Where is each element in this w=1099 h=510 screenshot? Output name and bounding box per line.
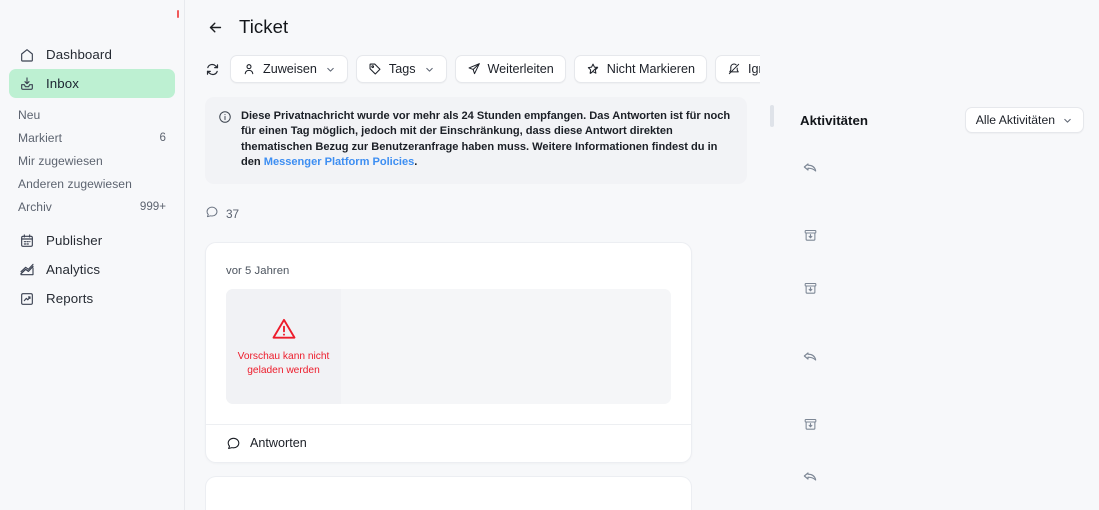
attachment-preview-area xyxy=(341,288,671,404)
main-panel: Ticket Zuweisen Tags Weiterleiten Nicht … xyxy=(185,0,948,510)
activity-list xyxy=(760,0,1099,510)
sidebar-item-reports[interactable]: Reports xyxy=(9,284,175,313)
sidebar-subitem-neu[interactable]: Neu xyxy=(9,103,175,126)
send-icon xyxy=(467,62,481,76)
chevron-down-icon xyxy=(325,64,336,75)
policy-notice: Diese Privatnachricht wurde vor mehr als… xyxy=(205,97,747,184)
reply-icon xyxy=(802,159,818,175)
attachment-error: Vorschau kann nicht geladen werden xyxy=(226,288,341,404)
activity-panel: Aktivitäten Alle Aktivitäten xyxy=(760,0,1099,510)
sidebar-subitem-markiert[interactable]: Markiert 6 xyxy=(9,126,175,149)
sidebar-subitem-label: Mir zugewiesen xyxy=(18,153,103,168)
policy-notice-tail: . xyxy=(414,156,418,169)
sidebar-item-label: Analytics xyxy=(46,262,101,277)
sidebar-item-label: Publisher xyxy=(46,233,103,248)
app-root: Dashboard Inbox Neu Markiert 6 Mir zugew… xyxy=(0,0,1099,510)
back-icon[interactable] xyxy=(205,17,225,37)
sidebar-item-label: Inbox xyxy=(46,76,80,91)
activity-item[interactable] xyxy=(800,346,820,366)
page-title: Ticket xyxy=(239,16,289,37)
policy-notice-text: Diese Privatnachricht wurde vor mehr als… xyxy=(241,109,733,171)
sidebar-subitem-archiv[interactable]: Archiv 999+ xyxy=(9,195,175,218)
assign-button-label: Zuweisen xyxy=(263,62,317,76)
sidebar-item-label: Reports xyxy=(46,291,94,306)
message-card-next xyxy=(205,475,692,510)
reply-icon xyxy=(802,468,818,484)
message-attachment[interactable]: Vorschau kann nicht geladen werden xyxy=(226,288,671,404)
sidebar-item-label: Dashboard xyxy=(46,47,112,62)
archive-icon xyxy=(803,281,818,296)
sidebar-subitem-count: 999+ xyxy=(139,200,166,213)
sidebar-subitem-count: 6 xyxy=(159,131,166,144)
activity-item[interactable] xyxy=(800,414,820,434)
message-timestamp: vor 5 Jahren xyxy=(226,264,290,277)
person-icon xyxy=(242,62,256,76)
unmark-button-label: Nicht Markieren xyxy=(606,62,695,76)
sidebar-subitem-anderen-zugewiesen[interactable]: Anderen zugewiesen xyxy=(9,172,175,195)
warning-triangle-icon xyxy=(270,315,298,343)
sidebar-subitem-mir-zugewiesen[interactable]: Mir zugewiesen xyxy=(9,149,175,172)
archive-icon xyxy=(803,417,818,432)
sidebar-subitem-label: Neu xyxy=(18,107,41,122)
bell-slash-icon xyxy=(727,62,741,76)
top-bar: Ticket Zuweisen Tags Weiterleiten Nicht … xyxy=(185,0,948,83)
report-icon xyxy=(18,290,35,307)
activity-item[interactable] xyxy=(800,466,820,486)
message-count: 37 xyxy=(205,205,740,224)
message-card: vor 5 Jahren Vorschau kann nicht geladen… xyxy=(205,241,692,463)
activity-item[interactable] xyxy=(800,225,820,245)
sidebar-item-analytics[interactable]: Analytics xyxy=(9,255,175,284)
message-body: vor 5 Jahren Vorschau kann nicht geladen… xyxy=(206,243,691,424)
sidebar: Dashboard Inbox Neu Markiert 6 Mir zugew… xyxy=(0,0,185,510)
sidebar-subitem-label: Markiert xyxy=(18,130,63,145)
archive-icon xyxy=(803,228,818,243)
reply-action[interactable]: Antworten xyxy=(206,423,691,462)
title-row: Ticket xyxy=(205,12,740,42)
message-count-value: 37 xyxy=(226,207,240,222)
analytics-icon xyxy=(18,261,35,278)
chevron-down-icon xyxy=(424,64,435,75)
unmark-button[interactable]: Nicht Markieren xyxy=(573,55,707,83)
refresh-icon[interactable] xyxy=(205,58,220,80)
messenger-platform-policies-link[interactable]: Messenger Platform Policies xyxy=(264,156,415,168)
calendar-icon xyxy=(18,232,35,249)
attachment-error-text: Vorschau kann nicht geladen werden xyxy=(237,351,330,376)
sidebar-subitem-label: Archiv xyxy=(18,199,52,214)
star-slash-icon xyxy=(586,62,600,76)
forward-button[interactable]: Weiterleiten xyxy=(454,55,566,83)
comment-icon xyxy=(226,436,241,451)
conversation-scroll-area[interactable]: Diese Privatnachricht wurde vor mehr als… xyxy=(185,83,760,510)
tags-button-label: Tags xyxy=(388,62,416,76)
sidebar-scroll-indicator xyxy=(177,10,179,18)
tags-button[interactable]: Tags xyxy=(355,55,447,83)
reply-icon xyxy=(802,348,818,364)
inbox-icon xyxy=(18,75,35,92)
home-icon xyxy=(18,46,35,63)
sidebar-item-dashboard[interactable]: Dashboard xyxy=(9,40,175,69)
tag-icon xyxy=(368,62,382,76)
activity-item[interactable] xyxy=(800,157,820,177)
sidebar-subitem-label: Anderen zugewiesen xyxy=(18,176,132,191)
assign-button[interactable]: Zuweisen xyxy=(230,55,348,83)
action-toolbar: Zuweisen Tags Weiterleiten Nicht Markier… xyxy=(205,42,948,83)
reply-label: Antworten xyxy=(250,436,307,451)
comment-icon xyxy=(205,205,219,224)
info-icon xyxy=(218,110,232,171)
forward-button-label: Weiterleiten xyxy=(487,62,554,76)
sidebar-item-inbox[interactable]: Inbox xyxy=(9,69,175,98)
activity-item[interactable] xyxy=(800,278,820,298)
sidebar-item-publisher[interactable]: Publisher xyxy=(9,226,175,255)
